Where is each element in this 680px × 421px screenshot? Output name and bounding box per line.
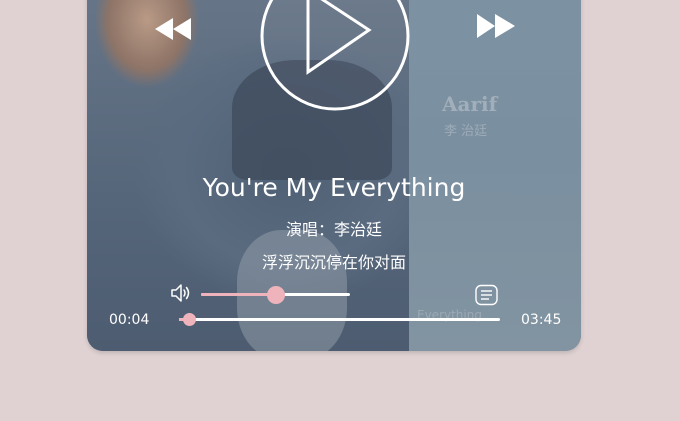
lyric-line: 浮浮沉沉停在你对面	[261, 253, 406, 272]
rewind-button[interactable]	[153, 16, 193, 42]
play-button[interactable]	[259, 0, 411, 112]
song-title: You're My Everything	[202, 173, 466, 202]
volume-icon	[171, 284, 190, 302]
volume-slider-thumb[interactable]	[266, 286, 285, 304]
rewind-icon	[155, 18, 191, 40]
total-time: 03:45	[521, 312, 562, 328]
fast-forward-button[interactable]	[475, 12, 517, 40]
music-player-card: Aarif 李 治廷 Everything You're My Everythi…	[87, 0, 581, 351]
volume-button[interactable]	[169, 281, 193, 305]
playlist-icon	[475, 284, 498, 306]
play-icon	[260, 0, 410, 111]
progress-bar-thumb[interactable]	[182, 313, 196, 326]
progress-bar[interactable]	[179, 313, 500, 326]
playlist-button[interactable]	[475, 284, 498, 306]
volume-slider-fill	[201, 293, 276, 296]
album-art-brand: Aarif	[442, 92, 498, 116]
volume-slider[interactable]	[201, 286, 350, 304]
artist-line: 演唱：李治廷	[285, 220, 382, 239]
fast-forward-icon	[477, 14, 515, 38]
current-time: 00:04	[109, 312, 150, 328]
album-art-brand-sub: 李 治廷	[444, 124, 488, 139]
